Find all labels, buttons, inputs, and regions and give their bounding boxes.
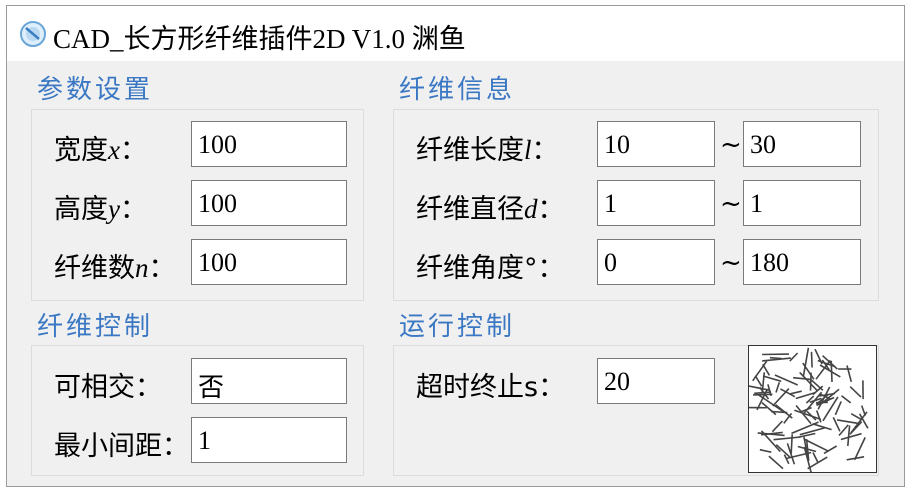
fiber-segment <box>768 455 784 470</box>
diameter-range-separator: ~ <box>720 189 742 219</box>
fiber-length-max-input[interactable]: 30 <box>743 121 861 167</box>
section-title-fiber-control: 纤维控制 <box>37 312 154 342</box>
fiber-segment <box>789 352 799 362</box>
min-spacing-label: 最小间距： <box>54 431 189 462</box>
fiber-segment <box>793 376 811 381</box>
plugin-window: CAD_长方形纤维插件2D V1.0 渊鱼 参数设置 宽度x： 100 高度y：… <box>6 5 905 487</box>
timeout-input[interactable]: 20 <box>597 358 715 404</box>
fiber-segment <box>799 371 819 392</box>
fiber-length-label: 纤维长度l： <box>416 135 559 166</box>
fiber-segment <box>754 391 772 395</box>
min-spacing-input[interactable]: 1 <box>191 417 347 463</box>
fiber-segment <box>752 360 768 382</box>
fiber-segment <box>836 419 858 425</box>
fiber-segment <box>815 410 822 423</box>
fiber-segment <box>775 382 781 393</box>
title-bar: CAD_长方形纤维插件2D V1.0 渊鱼 <box>7 6 904 61</box>
fiber-segment <box>790 434 793 454</box>
fiber-preview-canvas <box>749 347 869 472</box>
fiber-segment <box>790 390 802 395</box>
fiber-segment <box>846 365 853 383</box>
app-icon <box>19 20 47 48</box>
fiber-angle-max-input[interactable]: 180 <box>743 239 861 285</box>
intersect-label: 可相交： <box>54 372 162 403</box>
fiber-diameter-max-input[interactable]: 1 <box>743 180 861 226</box>
fiber-diameter-min-input[interactable]: 1 <box>597 180 715 226</box>
width-label: 宽度x： <box>54 135 147 166</box>
fiber-segment <box>841 395 852 404</box>
window-title: CAD_长方形纤维插件2D V1.0 渊鱼 <box>53 24 466 54</box>
section-title-params: 参数设置 <box>37 75 154 105</box>
fiber-segment <box>838 424 849 437</box>
fiber-preview[interactable] <box>748 345 877 473</box>
section-title-fiber-info: 纤维信息 <box>399 75 516 105</box>
fiber-segment <box>802 347 810 377</box>
fiber-segment <box>772 388 790 407</box>
angle-range-separator: ~ <box>720 248 742 278</box>
fiber-segment <box>771 420 783 433</box>
fiber-angle-label: 纤维角度°： <box>416 253 565 284</box>
fiber-diameter-label: 纤维直径d： <box>416 194 565 225</box>
fiber-segment <box>773 436 801 441</box>
fiber-segment <box>749 385 771 392</box>
count-input[interactable]: 100 <box>191 239 347 285</box>
fiber-segment <box>849 386 862 398</box>
fiber-segment <box>769 356 782 360</box>
fiber-segment <box>759 448 772 453</box>
section-title-run-control: 运行控制 <box>399 312 516 342</box>
height-input[interactable]: 100 <box>191 180 347 226</box>
fiber-segment <box>754 375 763 387</box>
fiber-segment <box>753 393 773 396</box>
fiber-segment <box>810 351 813 368</box>
count-label: 纤维数n： <box>54 253 176 284</box>
fiber-length-min-input[interactable]: 10 <box>597 121 715 167</box>
fiber-segment <box>812 452 819 464</box>
intersect-select[interactable]: 否 <box>191 358 347 404</box>
fiber-segment <box>791 421 819 435</box>
height-label: 高度y： <box>54 194 147 225</box>
fiber-angle-min-input[interactable]: 0 <box>597 239 715 285</box>
length-range-separator: ~ <box>720 130 742 160</box>
fiber-segment <box>847 425 851 447</box>
timeout-label: 超时终止s： <box>416 372 566 403</box>
fiber-segment <box>840 432 862 441</box>
fiber-segment <box>834 401 842 416</box>
width-input[interactable]: 100 <box>191 121 347 167</box>
